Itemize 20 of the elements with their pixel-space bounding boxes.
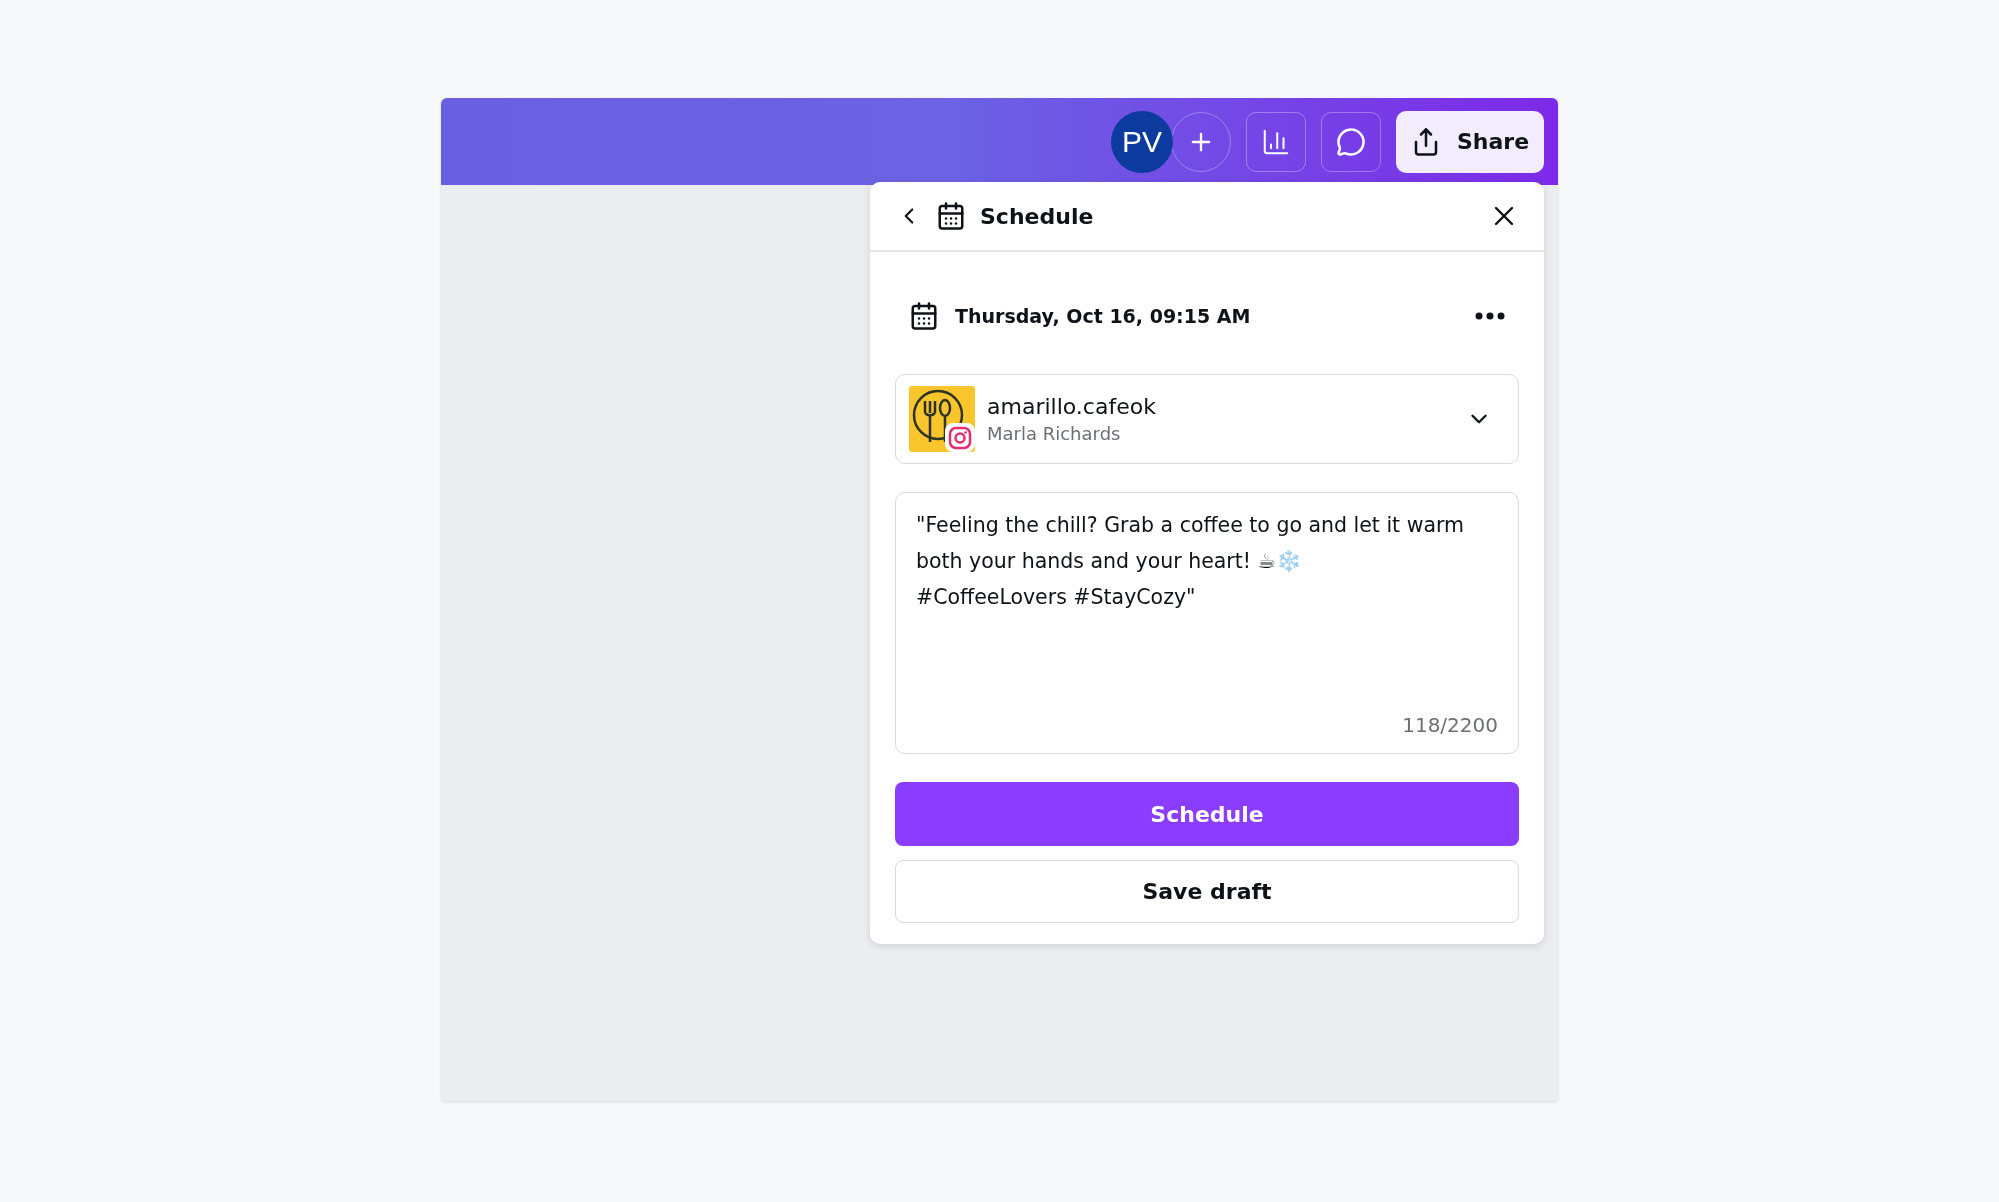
schedule-button[interactable]: Schedule xyxy=(895,782,1519,846)
comment-button[interactable] xyxy=(1321,111,1381,172)
user-avatar[interactable]: PV xyxy=(1111,110,1173,173)
speech-bubble-icon xyxy=(1336,126,1366,157)
share-button[interactable]: Share xyxy=(1396,110,1544,173)
save-draft-button[interactable]: Save draft xyxy=(895,860,1519,923)
account-logo xyxy=(909,386,975,452)
account-selector[interactable]: amarillo.cafeok Marla Richards xyxy=(895,374,1519,464)
caption-field[interactable]: "Feeling the chill? Grab a coffee to go and let it warm both your hands and your heart! ☕❄ #CoffeeLovers #StayCozy" 118/2200 xyxy=(895,492,1519,754)
more-icon xyxy=(1475,312,1505,320)
calendar-icon xyxy=(936,201,966,231)
calendar-icon xyxy=(909,301,939,331)
caption-text: "Feeling the chill? Grab a coffee to go and let it warm both your hands and your heart! ☕❄ #CoffeeLovers #StayCozy" xyxy=(916,512,1466,611)
account-name: amarillo.cafeok xyxy=(987,394,1157,419)
insights-button[interactable] xyxy=(1246,111,1306,172)
more-options-button[interactable] xyxy=(1475,312,1505,320)
character-counter: 118/2200 xyxy=(1402,713,1498,737)
panel-title: Schedule xyxy=(980,203,1095,229)
schedule-date: Thursday, Oct 16, 09:15 AM xyxy=(955,305,1252,327)
account-owner: Marla Richards xyxy=(987,423,1122,444)
